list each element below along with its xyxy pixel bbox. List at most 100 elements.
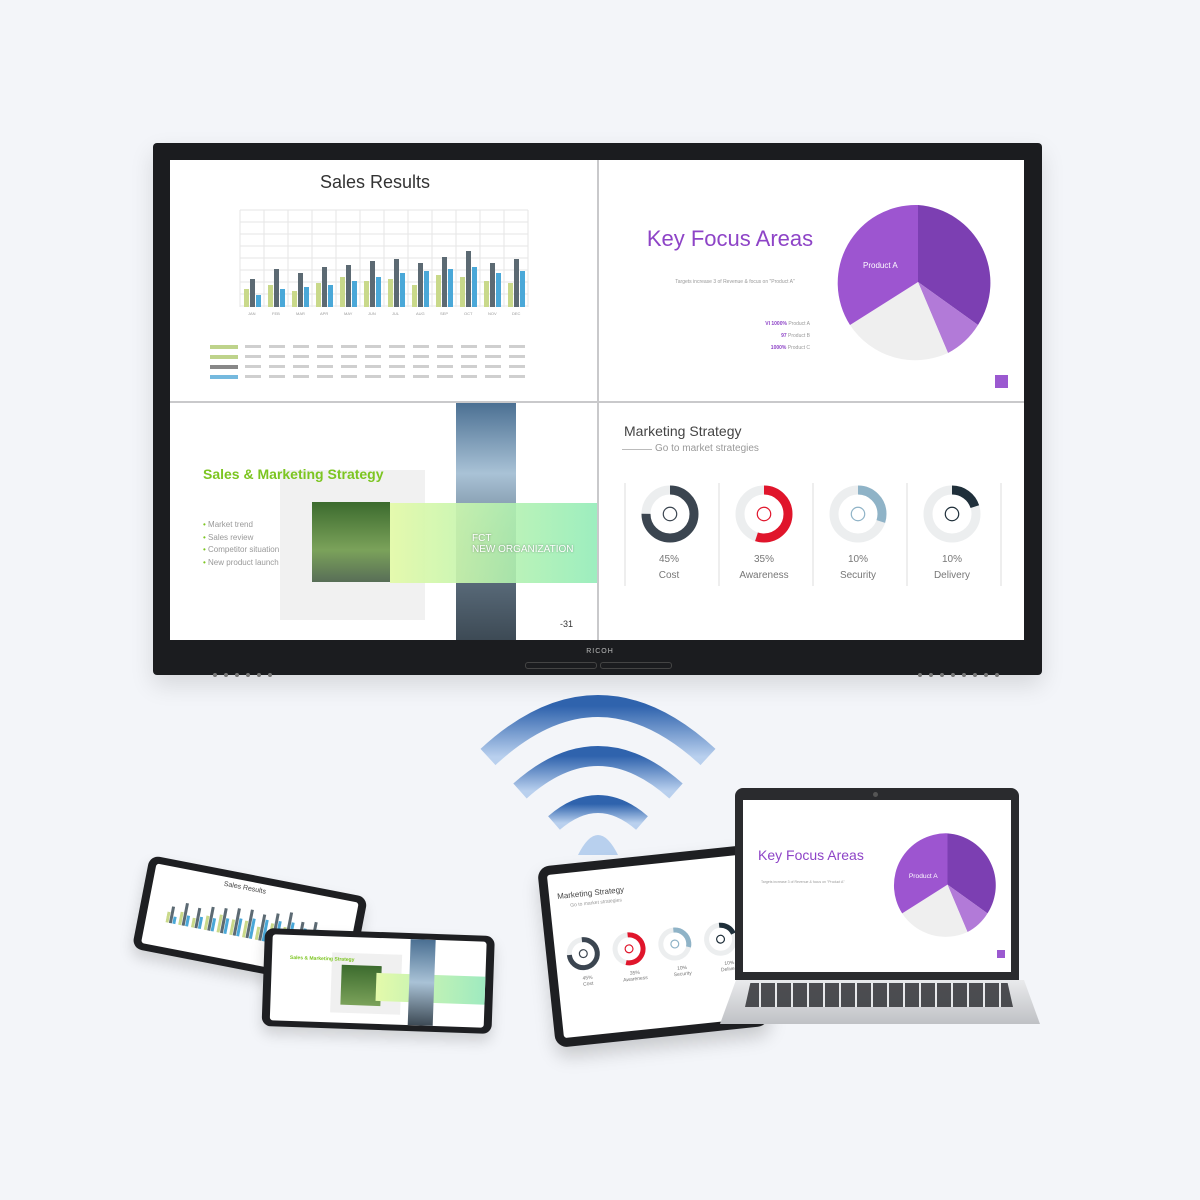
metric-cost: 45% Cost xyxy=(624,552,714,584)
sales-bar xyxy=(364,281,369,307)
donut-icon xyxy=(624,944,634,954)
month-tick: JAN xyxy=(248,311,256,316)
month-tick: NOV xyxy=(488,311,497,316)
table-cell xyxy=(365,375,381,378)
sales-bar xyxy=(394,259,399,307)
table-cell xyxy=(341,355,357,358)
table-cell xyxy=(413,355,429,358)
table-cell xyxy=(389,345,405,348)
donut-icon xyxy=(756,506,772,522)
banner-line-1: FCT xyxy=(472,533,492,544)
month-tick: MAY xyxy=(344,311,353,316)
table-cell xyxy=(389,375,405,378)
sales-bar xyxy=(448,269,453,307)
table-row-label xyxy=(210,345,238,349)
laptop-keyboard[interactable] xyxy=(745,983,1013,1007)
table-cell xyxy=(293,365,309,368)
bullet-item: Competitor situation xyxy=(203,544,343,557)
mini-bar xyxy=(172,916,177,925)
webcam xyxy=(873,792,878,797)
bullet-item: Market trend xyxy=(203,519,343,532)
table-cell xyxy=(317,345,333,348)
table-cell xyxy=(341,345,357,348)
tablet-marketing-subtitle: Go to market strategies xyxy=(569,897,623,909)
table-cell xyxy=(485,365,501,368)
table-row-label xyxy=(210,355,238,359)
month-tick: JUL xyxy=(392,311,400,316)
metric-pct: 10% xyxy=(941,554,962,565)
strategy-bullets: Market trend Sales review Competitor sit… xyxy=(203,519,343,569)
metric-label: Awareness xyxy=(739,570,789,581)
metric-awareness: 35% Awareness xyxy=(719,552,809,584)
month-tick: SEP xyxy=(440,311,448,316)
title-rule xyxy=(622,449,652,450)
sales-bar xyxy=(472,267,477,307)
laptop-pie: Product A xyxy=(893,833,996,937)
table-cell xyxy=(269,345,285,348)
sales-bar xyxy=(292,291,297,307)
sales-bar xyxy=(256,295,261,307)
legend-item-a: VI 1000% Product A xyxy=(765,321,810,327)
sales-bar xyxy=(388,279,393,307)
table-cell xyxy=(365,355,381,358)
table-row-label xyxy=(210,365,238,369)
month-tick: OCT xyxy=(464,311,473,316)
marketing-subtitle: Go to market strategies xyxy=(655,443,759,454)
table-cell xyxy=(341,365,357,368)
table-cell xyxy=(317,375,333,378)
table-cell xyxy=(509,355,525,358)
sales-bar xyxy=(274,269,279,307)
sales-bar xyxy=(370,261,375,307)
key-focus-pie: Product A xyxy=(837,204,991,361)
sales-bar xyxy=(490,263,495,307)
table-cell xyxy=(461,365,477,368)
mini-tower xyxy=(407,939,436,1026)
banner-line-2: NEW ORGANIZATION xyxy=(472,544,574,555)
pie-label: Product A xyxy=(863,261,898,270)
table-cell xyxy=(437,355,453,358)
sales-bar xyxy=(298,273,303,307)
sales-bar xyxy=(376,277,381,307)
table-cell xyxy=(365,345,381,348)
svg-text:Product A: Product A xyxy=(909,873,938,880)
table-cell xyxy=(413,375,429,378)
table-cell xyxy=(245,365,261,368)
table-cell xyxy=(413,345,429,348)
table-cell xyxy=(389,355,405,358)
month-tick: JUN xyxy=(368,311,376,316)
laptop-subtitle: Targets increase 3 of Revenue & focus on… xyxy=(761,880,845,884)
table-cell xyxy=(461,345,477,348)
metric-pct: 10% xyxy=(847,554,868,565)
sales-bar xyxy=(400,273,405,307)
donut-icon xyxy=(716,934,726,944)
laptop-title: Key Focus Areas xyxy=(758,847,864,863)
slide-corner-mark: -31 xyxy=(560,619,574,629)
table-cell xyxy=(437,375,453,378)
donut-icon xyxy=(850,506,866,522)
table-cell xyxy=(485,345,501,348)
sales-bar xyxy=(268,285,273,307)
front-ports[interactable] xyxy=(213,664,279,682)
tablet-metric: 35% Awareness xyxy=(622,969,649,984)
bullet-item: New product launch xyxy=(203,557,343,570)
tablet-strategy[interactable]: Sales & Marketing Strategy xyxy=(261,928,495,1034)
table-cell xyxy=(293,375,309,378)
sales-bar xyxy=(412,285,417,307)
metric-label: Delivery xyxy=(933,570,971,581)
donut-icon xyxy=(944,506,960,522)
table-cell xyxy=(389,365,405,368)
key-focus-subtitle: Targets increase 3 of Revenue & focus on… xyxy=(675,279,795,285)
sales-bar xyxy=(436,275,441,307)
metric-label: Cost xyxy=(658,570,680,581)
table-cell xyxy=(437,345,453,348)
metric-pct: 45% xyxy=(658,554,679,565)
table-cell xyxy=(269,355,285,358)
laptop-screen: Key Focus Areas Targets increase 3 of Re… xyxy=(743,800,1011,972)
slide-corner-square xyxy=(995,375,1008,388)
table-cell xyxy=(485,355,501,358)
month-tick: FEB xyxy=(272,311,280,316)
legend-item-b: 97 Product B xyxy=(781,333,810,339)
table-cell xyxy=(341,375,357,378)
table-cell xyxy=(293,355,309,358)
front-buttons[interactable] xyxy=(918,664,1006,682)
